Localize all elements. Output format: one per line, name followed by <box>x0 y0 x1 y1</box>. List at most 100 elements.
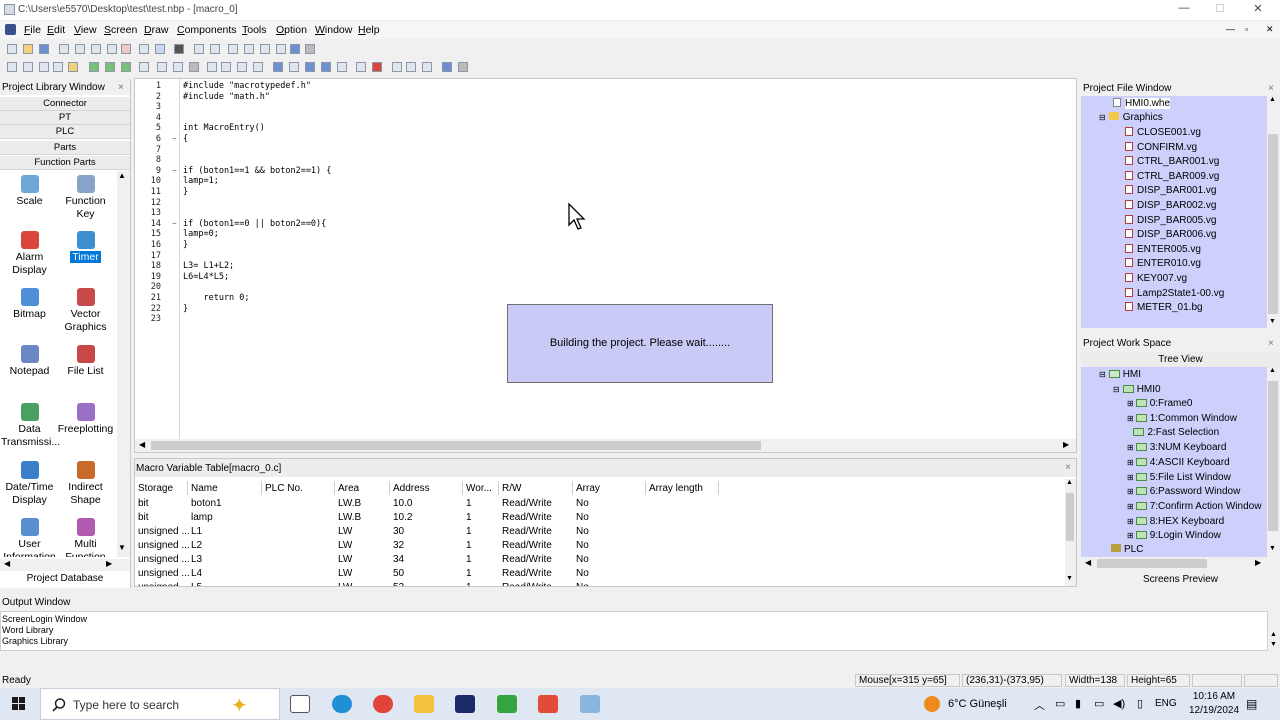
menu-draw[interactable]: Draw <box>144 24 169 36</box>
tree-item-file[interactable]: DISP_BAR001.vg <box>1125 185 1217 196</box>
code-line[interactable]: L3= L1+L2; <box>183 261 234 271</box>
tree-item-hmi0-whe[interactable]: HMI0.whe <box>1113 98 1171 109</box>
language-indicator[interactable]: ENG <box>1155 698 1177 709</box>
code-area[interactable]: #include "macrotypedef.h" #include "math.… <box>135 79 1065 439</box>
collapse-icon[interactable]: ⊟ <box>1113 385 1120 394</box>
column-header[interactable]: Area <box>335 481 390 495</box>
tree-item-window[interactable]: ⊞ 5:File List Window <box>1127 472 1231 483</box>
expand-icon[interactable]: ⊞ <box>1127 443 1134 452</box>
table-row[interactable]: unsigned ... L2 LW 32 1 Read/Write No <box>135 540 1065 554</box>
library-item[interactable]: Function Key <box>57 175 114 221</box>
code-line[interactable]: #include "macrotypedef.h" <box>183 81 311 91</box>
scroll-thumb[interactable] <box>1268 381 1278 531</box>
clock-time[interactable]: 10:16 AM <box>1189 691 1239 702</box>
clock-date[interactable]: 12/19/2024 <box>1186 705 1242 716</box>
code-line[interactable]: } <box>183 304 188 314</box>
tree-item-file[interactable]: Lamp2State1-00.vg <box>1125 287 1224 299</box>
menu-view[interactable]: View <box>74 24 97 36</box>
table-row[interactable]: bit lamp LW.B 10.2 1 Read/Write No <box>135 512 1065 526</box>
maximize-button[interactable]: ☐ <box>1202 2 1238 18</box>
column-header[interactable]: Address <box>390 481 463 495</box>
tree-item-file[interactable]: DISP_BAR002.vg <box>1125 200 1217 211</box>
macro-table-close-icon[interactable]: × <box>1065 462 1071 473</box>
library-scrollbar[interactable]: ▲ ▼ <box>117 171 130 557</box>
category-connector[interactable]: Connector <box>0 97 130 111</box>
library-item[interactable]: Alarm Display <box>1 231 58 277</box>
work-space-hscrollbar[interactable]: ◀ ▶ <box>1081 557 1267 570</box>
code-line[interactable]: lamp=0; <box>183 229 219 239</box>
expand-icon[interactable]: ⊞ <box>1127 414 1134 423</box>
mdi-restore-icon[interactable]: ▫ <box>1245 24 1248 34</box>
tree-item-file[interactable]: CLOSE001.vg <box>1125 127 1201 138</box>
tool-17-icon[interactable] <box>273 62 283 72</box>
library-item[interactable]: Data Transmissi... <box>1 403 60 449</box>
tree-item-window[interactable]: ⊞ 7:Confirm Action Window <box>1127 501 1261 512</box>
scroll-down-icon[interactable]: ▼ <box>1269 545 1276 552</box>
column-header[interactable]: Storage ... <box>135 481 188 505</box>
code-line[interactable]: int MacroEntry() <box>183 123 265 133</box>
group-icon[interactable] <box>228 44 238 54</box>
editor-hscrollbar[interactable]: ◀ ▶ <box>135 439 1076 452</box>
code-line[interactable]: { <box>183 134 188 144</box>
scroll-up-icon[interactable]: ▲ <box>118 171 126 180</box>
tree-item-plc[interactable]: PLC <box>1111 544 1143 555</box>
tree-folder-graphics[interactable]: ⊟ Graphics <box>1099 112 1163 123</box>
tool-12-icon[interactable] <box>189 62 199 72</box>
scroll-up-icon[interactable]: ▲ <box>1270 631 1277 638</box>
copy-icon[interactable] <box>75 44 85 54</box>
library-item[interactable]: Multi Function <box>57 518 114 557</box>
expand-icon[interactable]: ⊞ <box>1127 487 1134 496</box>
category-parts[interactable]: Parts <box>0 141 130 155</box>
code-line[interactable]: } <box>183 240 188 250</box>
battery-icon[interactable]: ▯ <box>1137 697 1143 710</box>
tool-15-icon[interactable] <box>237 62 247 72</box>
column-header[interactable]: Wor... <box>463 481 499 495</box>
open-icon[interactable] <box>23 44 33 54</box>
taskbar-search-box[interactable]: Type here to search ✦ <box>40 688 280 720</box>
tree-item-file[interactable]: CTRL_BAR009.vg <box>1125 170 1219 182</box>
tool-19-icon[interactable] <box>305 62 315 72</box>
library-item[interactable]: File List <box>57 345 114 378</box>
macro-editor[interactable]: 1 2 3 4 5 6 7 8 9 10 11 12 13 14 15 16 17 18 19 20 21 22 23− − −… <box>134 78 1077 453</box>
tree-item-hmi0[interactable]: ⊟ HMI0 <box>1113 384 1161 395</box>
scroll-up-icon[interactable]: ▲ <box>1269 367 1276 374</box>
library-item[interactable]: User Information <box>1 518 58 557</box>
scroll-thumb[interactable] <box>1097 559 1207 568</box>
menu-help[interactable]: Help <box>358 24 380 36</box>
expand-icon[interactable]: ⊞ <box>1127 502 1134 511</box>
column-header[interactable]: Array length <box>646 481 719 495</box>
column-header[interactable]: R/W <box>499 481 573 495</box>
scroll-left-icon[interactable]: ◀ <box>4 559 10 568</box>
cut-icon[interactable] <box>59 44 69 54</box>
library-item[interactable]: Date/Time Display <box>1 461 58 507</box>
tree-item-window[interactable]: ⊞ 9:Login Window <box>1127 530 1221 541</box>
project-database-tab[interactable]: Project Database <box>0 573 130 584</box>
tree-item-file[interactable]: DISP_BAR005.vg <box>1125 214 1217 226</box>
minimize-button[interactable]: — <box>1166 2 1202 18</box>
expand-icon[interactable]: ⊞ <box>1127 531 1134 540</box>
scroll-left-icon[interactable]: ◀ <box>139 440 145 449</box>
tree-item-window[interactable]: ⊞ 4:ASCII Keyboard <box>1127 457 1230 468</box>
column-header[interactable]: Array <box>573 481 646 495</box>
macro-table-scrollbar[interactable]: ▲ ▼ <box>1065 479 1076 586</box>
red-app-icon[interactable] <box>538 695 558 713</box>
table-row[interactable]: bit boton1 LW.B 10.0 1 Read/Write No <box>135 498 1065 512</box>
file-explorer-icon[interactable] <box>414 695 434 713</box>
menu-edit[interactable]: Edit <box>47 24 65 36</box>
table-row[interactable]: unsigned ... L4 LW 50 1 Read/Write No <box>135 568 1065 582</box>
tool-21-icon[interactable] <box>337 62 347 72</box>
green-app-icon[interactable] <box>497 695 517 713</box>
notifications-icon[interactable]: ▤ <box>1246 697 1257 711</box>
output-scrollbar[interactable]: ▲ ▼ <box>1268 611 1280 651</box>
tree-item-window[interactable]: ⊞ 0:Frame0 <box>1127 398 1193 409</box>
layer-down-icon[interactable] <box>276 44 286 54</box>
scroll-down-icon[interactable]: ▼ <box>118 543 126 552</box>
tool-26-icon[interactable] <box>422 62 432 72</box>
library-item[interactable]: Indirect Shape <box>57 461 114 507</box>
tree-view-tab[interactable]: Tree View <box>1081 352 1280 367</box>
toolbar-overflow-icon[interactable] <box>305 44 315 54</box>
tool-8-icon[interactable] <box>121 62 131 72</box>
tool-28-icon[interactable] <box>458 62 468 72</box>
screens-preview-tab[interactable]: Screens Preview <box>1081 574 1280 585</box>
collapse-icon[interactable]: ⊟ <box>1099 370 1106 379</box>
